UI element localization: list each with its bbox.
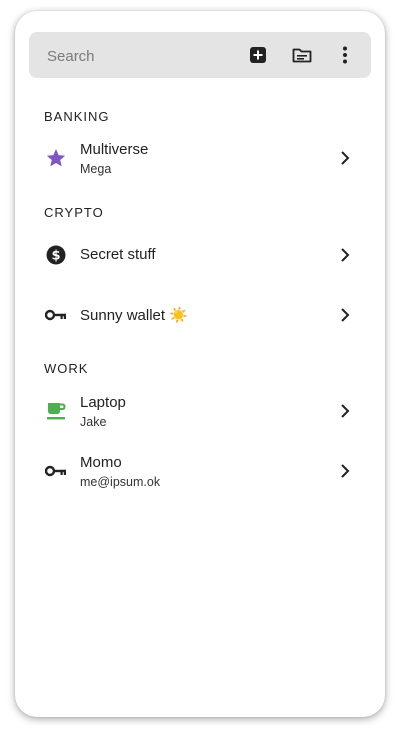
item-title-text: Sunny wallet	[80, 307, 166, 324]
add-box-icon[interactable]	[247, 44, 269, 66]
dollar-coin-icon: $	[44, 243, 68, 267]
chevron-right-icon	[341, 404, 350, 418]
section-header-crypto: CRYPTO	[44, 205, 104, 220]
more-vert-icon[interactable]	[334, 44, 356, 66]
chevron-right-icon	[341, 464, 350, 478]
search-bar	[29, 32, 371, 80]
list-item-sunny-wallet[interactable]: Sunny wallet ☀️	[15, 287, 385, 343]
sun-emoji: ☀️	[169, 307, 188, 324]
svg-text:$: $	[51, 249, 60, 264]
item-title: Sunny wallet ☀️	[80, 306, 188, 324]
item-subtitle: Jake	[80, 415, 107, 429]
chevron-right-icon	[341, 151, 350, 165]
section-header-work: WORK	[44, 361, 89, 376]
folder-icon[interactable]	[291, 44, 313, 66]
item-title: Secret stuff	[80, 246, 156, 263]
key-icon	[44, 303, 68, 327]
coffee-icon	[44, 399, 68, 423]
item-subtitle: Mega	[80, 162, 112, 176]
chevron-right-icon	[341, 248, 350, 262]
key-icon	[44, 459, 68, 483]
list-item-secret-stuff[interactable]: $ Secret stuff	[15, 227, 385, 283]
search-input[interactable]	[45, 32, 229, 80]
item-title: Laptop	[80, 394, 126, 411]
chevron-right-icon	[341, 308, 350, 322]
list-item-laptop[interactable]: Laptop Jake	[15, 383, 385, 439]
star-icon	[44, 146, 68, 170]
item-title: Momo	[80, 454, 122, 471]
section-header-banking: BANKING	[44, 109, 110, 124]
list-item-momo[interactable]: Momo me@ipsum.ok	[15, 443, 385, 499]
list-item-multiverse[interactable]: Multiverse Mega	[15, 130, 385, 186]
item-subtitle: me@ipsum.ok	[80, 475, 161, 489]
app-window: BANKING Multiverse Mega CRYPTO $ Secret …	[15, 11, 385, 717]
item-title: Multiverse	[80, 141, 149, 158]
